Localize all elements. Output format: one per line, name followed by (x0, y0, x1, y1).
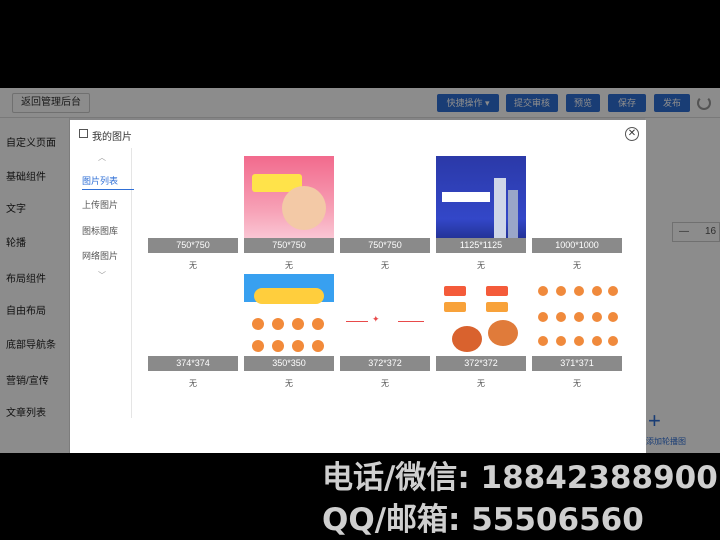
city-banner-thumbnail (436, 156, 526, 246)
divider-graphic-thumbnail: ✦ (340, 274, 430, 364)
dialog-title: 我的图片 (92, 132, 132, 143)
my-images-dialog: 我的图片 ✕ ︿ 图片列表 上传图片 图标图库 网络图片 ﹀ 750*750 无… (70, 120, 646, 453)
image-size-label: 372*372 (340, 356, 430, 371)
image-size-label: 1125*1125 (436, 238, 526, 253)
image-size-label: 374*374 (148, 356, 238, 371)
menu-image-list[interactable]: 图片列表 (82, 172, 134, 190)
chevron-down-icon[interactable]: ﹀ (98, 270, 106, 281)
contact-watermark-qq: QQ/邮箱: 55506560 (322, 502, 644, 538)
image-caption: 无 (477, 261, 485, 270)
image-size-label: 1000*1000 (532, 238, 622, 253)
image-caption: 无 (381, 261, 389, 270)
contact-watermark-phone: 电话/微信: 18842388900 (322, 460, 718, 496)
close-icon[interactable]: ✕ (625, 127, 639, 141)
screen: 返回管理后台 快捷操作 ▾ 提交审核 预览 保存 发布 自定义页面 基础组件 文… (0, 0, 720, 540)
menu-web-image[interactable]: 网络图片 (82, 247, 134, 265)
image-caption: 无 (477, 379, 485, 388)
image-size-label: 350*350 (244, 356, 334, 371)
chevron-up-icon[interactable]: ︿ (98, 152, 106, 163)
promo-banner-thumbnail (244, 156, 334, 246)
image-caption: 无 (189, 261, 197, 270)
image-caption: 无 (285, 261, 293, 270)
image-caption: 无 (573, 379, 581, 388)
image-caption: 无 (573, 261, 581, 270)
app-screen-thumbnail (244, 274, 334, 364)
icon-set-thumbnail (532, 274, 622, 364)
image-caption: 无 (285, 379, 293, 388)
menu-icon-library[interactable]: 图标图库 (82, 222, 134, 240)
image-folder-icon (79, 129, 88, 138)
food-menu-thumbnail (436, 274, 526, 364)
image-size-label: 750*750 (340, 238, 430, 253)
image-caption: 无 (381, 379, 389, 388)
image-caption: 无 (189, 379, 197, 388)
image-size-label: 750*750 (244, 238, 334, 253)
image-size-label: 750*750 (148, 238, 238, 253)
image-size-label: 372*372 (436, 356, 526, 371)
image-source-menu: ︿ 图片列表 上传图片 图标图库 网络图片 ﹀ (74, 148, 134, 418)
image-size-label: 371*371 (532, 356, 622, 371)
menu-upload-image[interactable]: 上传图片 (82, 196, 134, 214)
